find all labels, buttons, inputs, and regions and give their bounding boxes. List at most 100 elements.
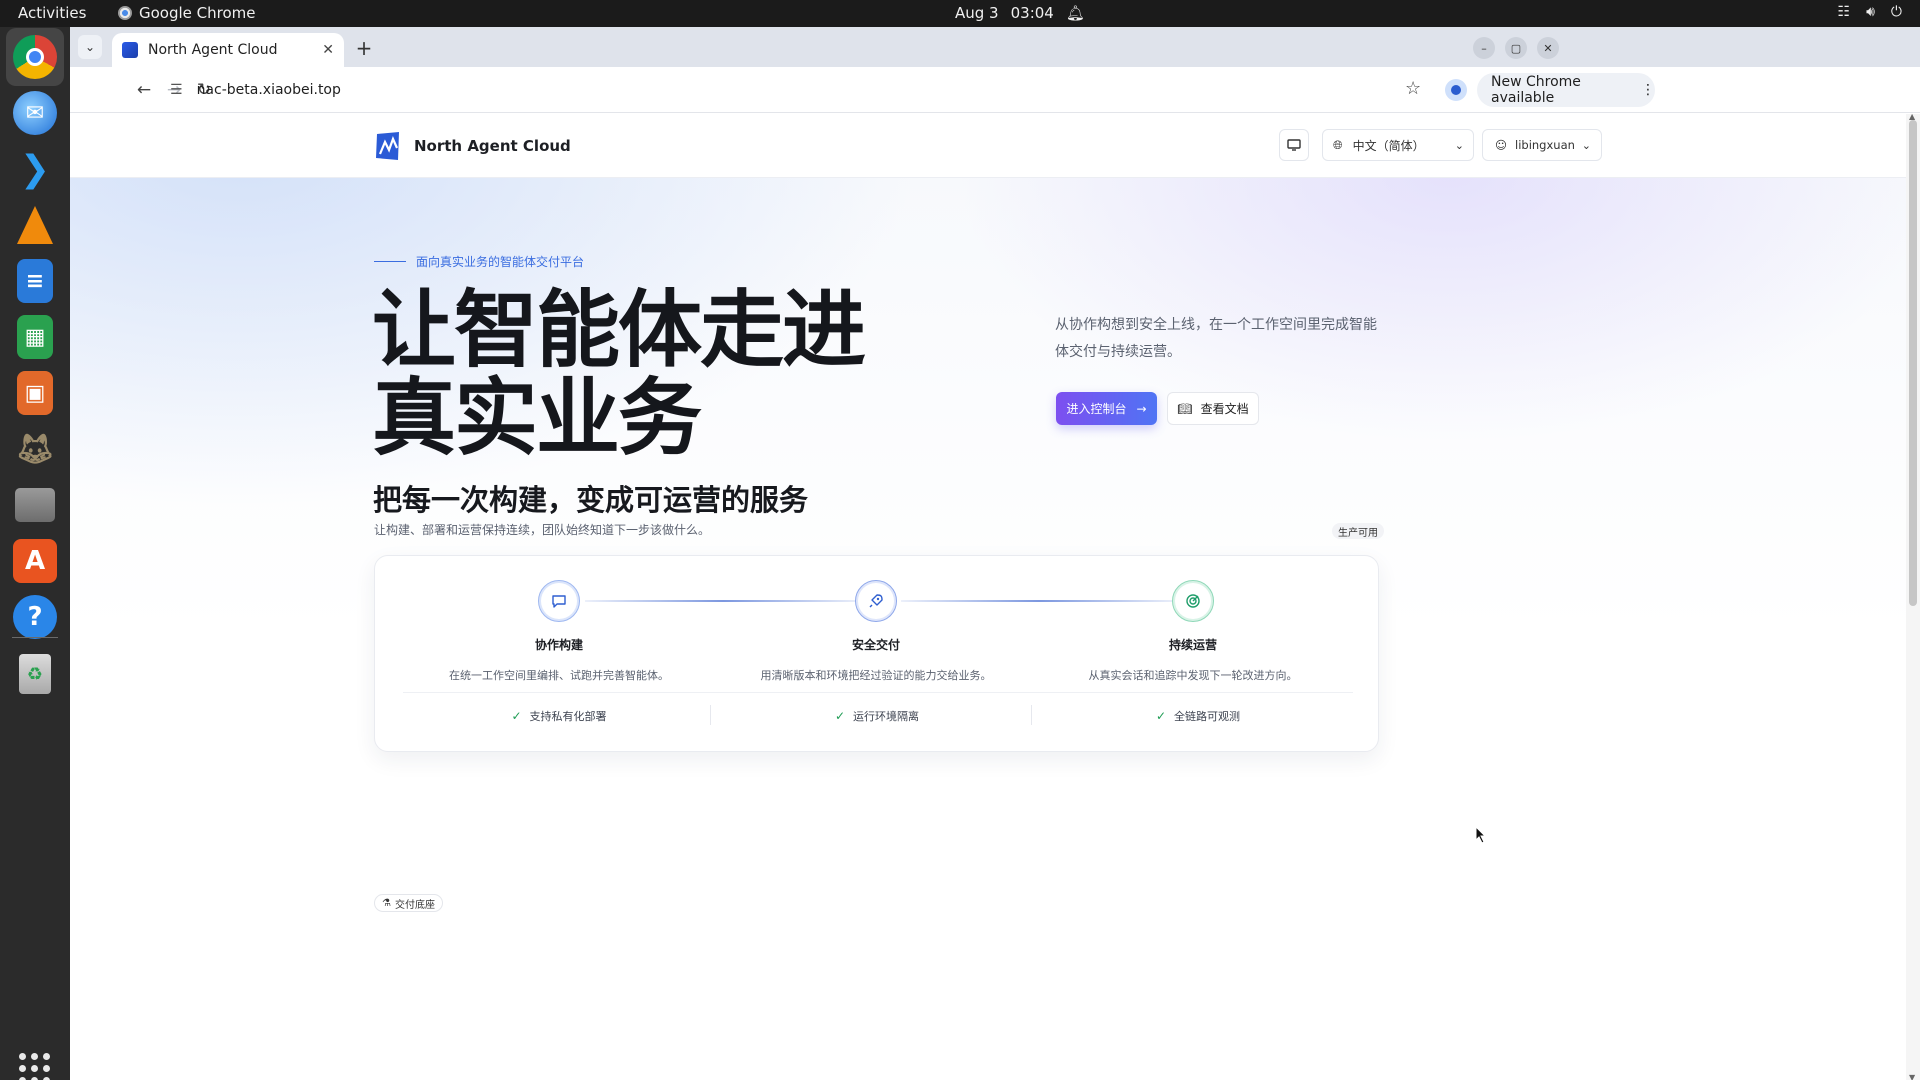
app-center-icon: A <box>13 539 57 583</box>
dock-gimp[interactable]: 🦊︎ <box>6 420 64 478</box>
dock-vscode[interactable]: ❯ <box>6 140 64 198</box>
step-title: 持续运营 <box>1168 638 1217 652</box>
display-mode-button[interactable] <box>1279 129 1309 161</box>
dock-impress[interactable]: ▣ <box>6 364 64 422</box>
hero-description: 从协作构想到安全上线，在一个工作空间里完成智能体交付与持续运营。 <box>1055 317 1377 360</box>
feature-observability: ✓ 全链路可观测 <box>1038 708 1358 724</box>
tab-close-icon[interactable]: ✕ <box>322 42 334 58</box>
profile-avatar[interactable] <box>1445 79 1467 101</box>
feature-label: 支持私有化部署 <box>529 710 607 723</box>
brand-link[interactable]: North Agent Cloud <box>374 130 571 162</box>
vscode-icon: ❯ <box>19 148 51 190</box>
url-text: nac-beta.xiaobei.top <box>196 82 341 98</box>
files-icon <box>15 488 55 522</box>
arrow-right-icon: → <box>1136 401 1147 416</box>
hero-title-line-1: 让智能体走进 <box>372 281 866 379</box>
scrollbar-thumb[interactable] <box>1909 120 1917 606</box>
chevron-down-icon: ⌄ <box>1581 138 1591 152</box>
check-icon: ✓ <box>834 709 846 723</box>
back-button[interactable]: ← <box>132 78 156 102</box>
restore-icon[interactable]: ▢ <box>1505 37 1527 59</box>
chrome-window: ⌄ North Agent Cloud ✕ + – ▢ ✕ ← → ↻ ☰ na… <box>70 27 1920 1080</box>
dock-calc[interactable]: ▦ <box>6 308 64 366</box>
card-divider <box>403 692 1353 693</box>
scroll-down-icon[interactable]: ▼ <box>1909 1073 1915 1080</box>
network-icon: ☷ <box>1837 4 1851 20</box>
delivery-foundation-chip: ⚗ 交付底座 <box>374 894 443 912</box>
eyebrow-line <box>374 261 406 262</box>
dock-app-center[interactable]: A <box>6 532 64 590</box>
user-menu[interactable]: ☺ libingxuan ⌄ <box>1482 129 1602 161</box>
step-title: 协作构建 <box>534 638 583 652</box>
step-description: 从真实会话和追踪中发现下一轮改进方向。 <box>1088 669 1298 682</box>
hero-eyebrow: 面向真实业务的智能体交付平台 <box>374 253 584 270</box>
active-app-menu[interactable]: Google Chrome <box>118 4 256 22</box>
step-deliver: 安全交付 用清晰版本和环境把经过验证的能力交给业务。 <box>726 580 1026 683</box>
help-icon: ? <box>13 595 57 639</box>
production-ready-badge: 生产可用 <box>1332 523 1384 539</box>
dock: ✉ ❯ ≡ ▦ ▣ 🦊︎ A ? ♻ <box>0 27 70 1080</box>
update-label: New Chrome available <box>1491 74 1581 106</box>
clock-date: Aug 3 <box>955 4 999 22</box>
user-icon: ☺ <box>1495 138 1507 152</box>
tab-north-agent-cloud[interactable]: North Agent Cloud ✕ <box>112 33 344 67</box>
page-viewport: North Agent Cloud 🌐︎ 中文（简体） ⌄ ☺ libingxu… <box>70 114 1906 1080</box>
dock-thunderbird[interactable]: ✉ <box>6 84 64 142</box>
page-scrollbar[interactable]: ▲ ▼ <box>1906 112 1920 1080</box>
eyebrow-text: 面向真实业务的智能体交付平台 <box>416 255 585 269</box>
chrome-icon <box>13 35 57 79</box>
hero-title: 让智能体走进 真实业务 <box>372 286 932 462</box>
calc-icon: ▦ <box>17 315 53 359</box>
chat-bubble-icon <box>541 583 577 619</box>
step-operate: 持续运营 从真实会话和追踪中发现下一轮改进方向。 <box>1043 580 1343 683</box>
system-top-bar: Activities Google Chrome Aug 3 03:04 🔔︎ … <box>0 0 1920 27</box>
dock-writer[interactable]: ≡ <box>6 252 64 310</box>
kebab-menu-icon: ⋮ <box>1641 82 1655 98</box>
chrome-update-button[interactable]: New Chrome available ⋮ <box>1477 73 1655 107</box>
dock-vlc[interactable] <box>6 196 64 254</box>
profile-icon <box>1451 85 1461 95</box>
user-name: libingxuan <box>1515 138 1575 152</box>
writer-icon: ≡ <box>17 259 53 303</box>
minimize-icon[interactable]: – <box>1473 37 1495 59</box>
chrome-small-icon <box>118 6 132 20</box>
site-info-icon[interactable]: ☰ <box>170 82 183 98</box>
check-icon: ✓ <box>1155 709 1167 723</box>
feature-label: 全链路可观测 <box>1174 710 1241 723</box>
step-ring <box>855 580 897 622</box>
view-docs-button[interactable]: 📖︎ 查看文档 <box>1167 392 1259 425</box>
trash-icon: ♻ <box>19 654 51 694</box>
dock-trash[interactable]: ♻ <box>6 645 64 703</box>
close-window-icon[interactable]: ✕ <box>1537 37 1559 59</box>
bookmark-star-icon[interactable]: ☆ <box>1405 78 1421 99</box>
site-favicon-icon <box>122 42 138 58</box>
book-icon: 📖︎ <box>1177 401 1193 416</box>
workflow-card: 协作构建 在统一工作空间里编排、试跑并完善智能体。 安全交付 用清晰版本和环境把… <box>374 555 1379 752</box>
clock[interactable]: Aug 3 03:04 🔔︎ <box>955 4 1085 22</box>
tab-strip: ⌄ North Agent Cloud ✕ + – ▢ ✕ <box>70 27 1920 67</box>
system-tray[interactable]: ☷ 🔊︎ ⏻ <box>1838 4 1902 20</box>
check-icon: ✓ <box>511 709 522 723</box>
active-app-name: Google Chrome <box>139 4 256 22</box>
tab-search-button[interactable]: ⌄ <box>78 35 102 59</box>
language-value: 中文（简体） <box>1352 138 1425 153</box>
thunderbird-icon: ✉ <box>13 91 57 135</box>
notification-bell-icon: 🔔︎ <box>1065 4 1085 22</box>
mouse-cursor-icon <box>1475 826 1487 844</box>
feature-private-deploy: ✓ 支持私有化部署 <box>399 708 719 724</box>
dock-chrome[interactable] <box>6 28 64 86</box>
monitor-icon <box>1287 139 1301 151</box>
vlc-icon <box>13 203 57 247</box>
brand-name: North Agent Cloud <box>414 137 571 155</box>
step-ring <box>538 580 580 622</box>
dock-files[interactable] <box>6 476 64 534</box>
show-apps-button[interactable] <box>19 1053 51 1080</box>
view-docs-label: 查看文档 <box>1200 402 1249 416</box>
address-bar[interactable]: ☰ nac-beta.xiaobei.top <box>156 72 1406 108</box>
activities-button[interactable]: Activities <box>18 4 86 22</box>
rocket-icon <box>858 583 894 619</box>
step-collaborate: 协作构建 在统一工作空间里编排、试跑并完善智能体。 <box>409 580 709 683</box>
language-select[interactable]: 🌐︎ 中文（简体） ⌄ <box>1322 129 1474 161</box>
enter-console-button[interactable]: 进入控制台 → <box>1056 392 1157 425</box>
new-tab-button[interactable]: + <box>352 36 376 60</box>
